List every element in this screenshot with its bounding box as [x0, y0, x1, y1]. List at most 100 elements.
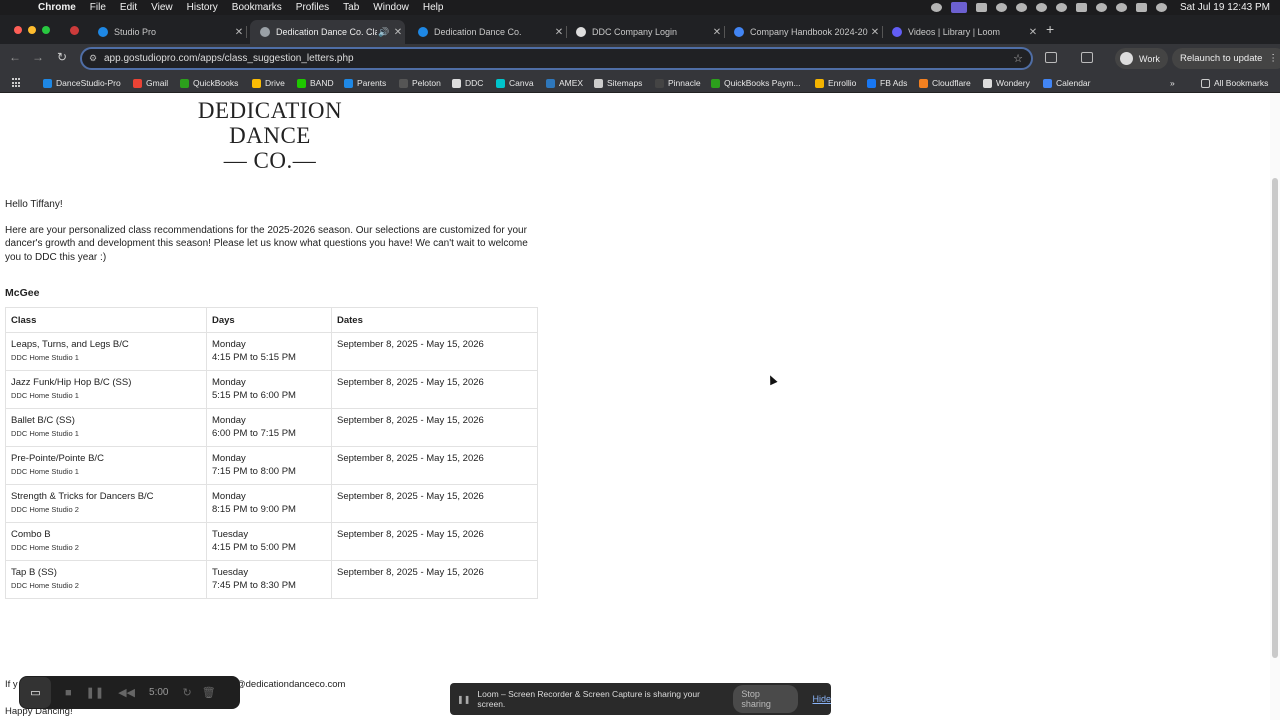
profile-button[interactable]: Work [1115, 48, 1168, 69]
bookmark-peloton[interactable]: Peloton [399, 73, 441, 93]
menu-profiles[interactable]: Profiles [296, 2, 329, 13]
tab-title: Videos | Library | Loom [908, 27, 1001, 37]
tab-loom-library[interactable]: Videos | Library | Loom ✕ [882, 20, 1040, 44]
siri-icon[interactable] [1155, 3, 1167, 12]
microphone-icon[interactable] [930, 3, 942, 12]
side-panel-icon[interactable] [1081, 52, 1093, 63]
hide-button[interactable]: Hide [812, 694, 831, 704]
window-close-button[interactable] [14, 26, 22, 34]
window-zoom-button[interactable] [42, 26, 50, 34]
days-cell: Tuesday 7:45 PM to 8:30 PM [206, 560, 332, 599]
rewind-icon[interactable]: ◀◀ [118, 686, 135, 699]
tab-close-icon[interactable]: ✕ [391, 27, 405, 38]
address-bar[interactable]: ⚙ app.gostudiopro.com/apps/class_suggest… [80, 47, 1033, 70]
bookmark-pinnacle[interactable]: Pinnacle [655, 73, 701, 93]
battery-icon[interactable] [1075, 3, 1087, 12]
url-text[interactable]: app.gostudiopro.com/apps/class_suggestio… [104, 53, 354, 64]
tab-company-handbook[interactable]: Company Handbook 2024-20 ✕ [724, 20, 883, 44]
menu-window[interactable]: Window [373, 2, 409, 13]
window-minimize-button[interactable] [28, 26, 36, 34]
wifi-icon[interactable] [1095, 3, 1107, 12]
forward-arrow-icon[interactable]: → [30, 50, 46, 64]
header-days: Days [206, 307, 332, 333]
new-tab-plus-icon[interactable]: + [1046, 21, 1054, 37]
page-scrollbar[interactable] [1270, 93, 1280, 720]
table-row: Pre-Pointe/Pointe B/C DDC Home Studio 1 Mo… [5, 446, 538, 485]
dates-cell: September 8, 2025 - May 15, 2026 [331, 408, 538, 447]
menu-tab[interactable]: Tab [343, 2, 359, 13]
bookmark-drive[interactable]: Drive [252, 73, 285, 93]
menu-bar-clock[interactable]: Sat Jul 19 12:43 PM [1180, 2, 1270, 13]
all-bookmarks-folder[interactable]: All Bookmarks [1201, 73, 1268, 93]
bookmark-amex[interactable]: AMEX [546, 73, 583, 93]
bookmark-gmail[interactable]: Gmail [133, 73, 168, 93]
class-cell: Combo B DDC Home Studio 2 [5, 522, 207, 561]
reload-icon[interactable]: ↻ [54, 50, 70, 64]
tab-close-icon[interactable]: ✕ [868, 27, 882, 38]
camera-icon[interactable]: ▭ [20, 677, 51, 708]
page-favicon-icon [260, 27, 270, 37]
back-arrow-icon[interactable]: ← [7, 50, 23, 64]
ddc-icon [452, 78, 461, 88]
bookmarks-overflow-chevron-icon[interactable]: » [1170, 73, 1175, 93]
bookmark-canva[interactable]: Canva [496, 73, 534, 93]
control-center-icon[interactable] [1135, 3, 1147, 12]
tab-close-icon[interactable]: ✕ [552, 27, 566, 38]
restart-icon[interactable]: ↻ [182, 686, 191, 699]
menu-file[interactable]: File [90, 2, 106, 13]
menu-help[interactable]: Help [423, 2, 444, 13]
menu-app-chrome[interactable]: Chrome [38, 2, 76, 13]
tab-title: Dedication Dance Co. [434, 27, 522, 37]
table-row: Strength & Tricks for Dancers B/C DDC Hom… [5, 484, 538, 523]
bookmark-dancestudio-pro[interactable]: DanceStudio-Pro [43, 73, 121, 93]
trash-icon[interactable]: 🗑 [202, 686, 216, 699]
bookmark-enrollio[interactable]: Enrollio [815, 73, 856, 93]
bookmark-quickbooks[interactable]: QuickBooks [180, 73, 238, 93]
spotlight-search-icon[interactable] [1115, 3, 1127, 12]
relaunch-to-update-button[interactable]: Relaunch to update ⋮ [1172, 48, 1280, 69]
more-menu-icon[interactable]: ⋮ [1268, 53, 1278, 64]
tab-close-icon[interactable]: ✕ [710, 27, 724, 38]
tab-dedication-dance-co[interactable]: Dedication Dance Co. ✕ [408, 20, 567, 44]
site-settings-icon[interactable]: ⚙ [89, 53, 97, 64]
bookmark-star-icon[interactable]: ☆ [1013, 52, 1023, 65]
dates-cell: September 8, 2025 - May 15, 2026 [331, 560, 538, 599]
menu-view[interactable]: View [151, 2, 173, 13]
bookmark-band[interactable]: BAND [297, 73, 334, 93]
class-cell: Tap B (SS) DDC Home Studio 2 [5, 560, 207, 599]
table-row: Combo B DDC Home Studio 2 Tuesday 4:15 PM t… [5, 522, 538, 561]
apps-grid-icon[interactable] [12, 78, 22, 88]
play-icon[interactable] [1055, 3, 1067, 12]
tab-close-icon[interactable]: ✕ [1026, 27, 1040, 38]
screen-share-icon[interactable] [950, 2, 967, 13]
scrollbar-thumb[interactable] [1272, 178, 1278, 658]
menu-edit[interactable]: Edit [120, 2, 137, 13]
bookmark-ddc[interactable]: DDC [452, 73, 483, 93]
bookmark-parents[interactable]: Parents [344, 73, 386, 93]
bookmark-wondery[interactable]: Wondery [983, 73, 1030, 93]
gmail-icon [133, 78, 142, 88]
tab-ddc-company-login[interactable]: DDC Company Login ✕ [566, 20, 725, 44]
menu-bookmarks[interactable]: Bookmarks [232, 2, 282, 13]
bookmark-quickbooks-payments[interactable]: QuickBooks Paym... [711, 73, 801, 93]
tab-studio-pro[interactable]: Studio Pro ✕ [88, 20, 247, 44]
bookmark-cloudflare[interactable]: Cloudflare [919, 73, 971, 93]
stop-recording-icon[interactable]: ■ [65, 687, 72, 699]
tab-audio-icon[interactable]: 🔊 [377, 27, 391, 38]
airdrop-icon[interactable] [1035, 3, 1047, 12]
menu-history[interactable]: History [187, 2, 218, 13]
contact-email[interactable]: @dedicationdanceco.com [236, 679, 345, 690]
bookmark-calendar[interactable]: Calendar [1043, 73, 1091, 93]
days-cell: Monday 7:15 PM to 8:00 PM [206, 446, 332, 485]
tab-dedication-class-suggestions[interactable]: Dedication Dance Co. Cla 🔊 ✕ [250, 20, 405, 44]
recording-indicator-icon [70, 26, 79, 35]
bookmark-fb-ads[interactable]: FB Ads [867, 73, 907, 93]
extensions-puzzle-icon[interactable] [1045, 52, 1057, 63]
bookmark-sitemaps[interactable]: Sitemaps [594, 73, 642, 93]
window-icon[interactable] [975, 3, 987, 12]
cloud-icon[interactable] [1015, 3, 1027, 12]
grammarly-icon[interactable] [995, 3, 1007, 12]
stop-sharing-button[interactable]: Stop sharing [733, 685, 799, 713]
tab-close-icon[interactable]: ✕ [232, 27, 246, 38]
pause-icon[interactable]: ❚❚ [86, 686, 104, 699]
